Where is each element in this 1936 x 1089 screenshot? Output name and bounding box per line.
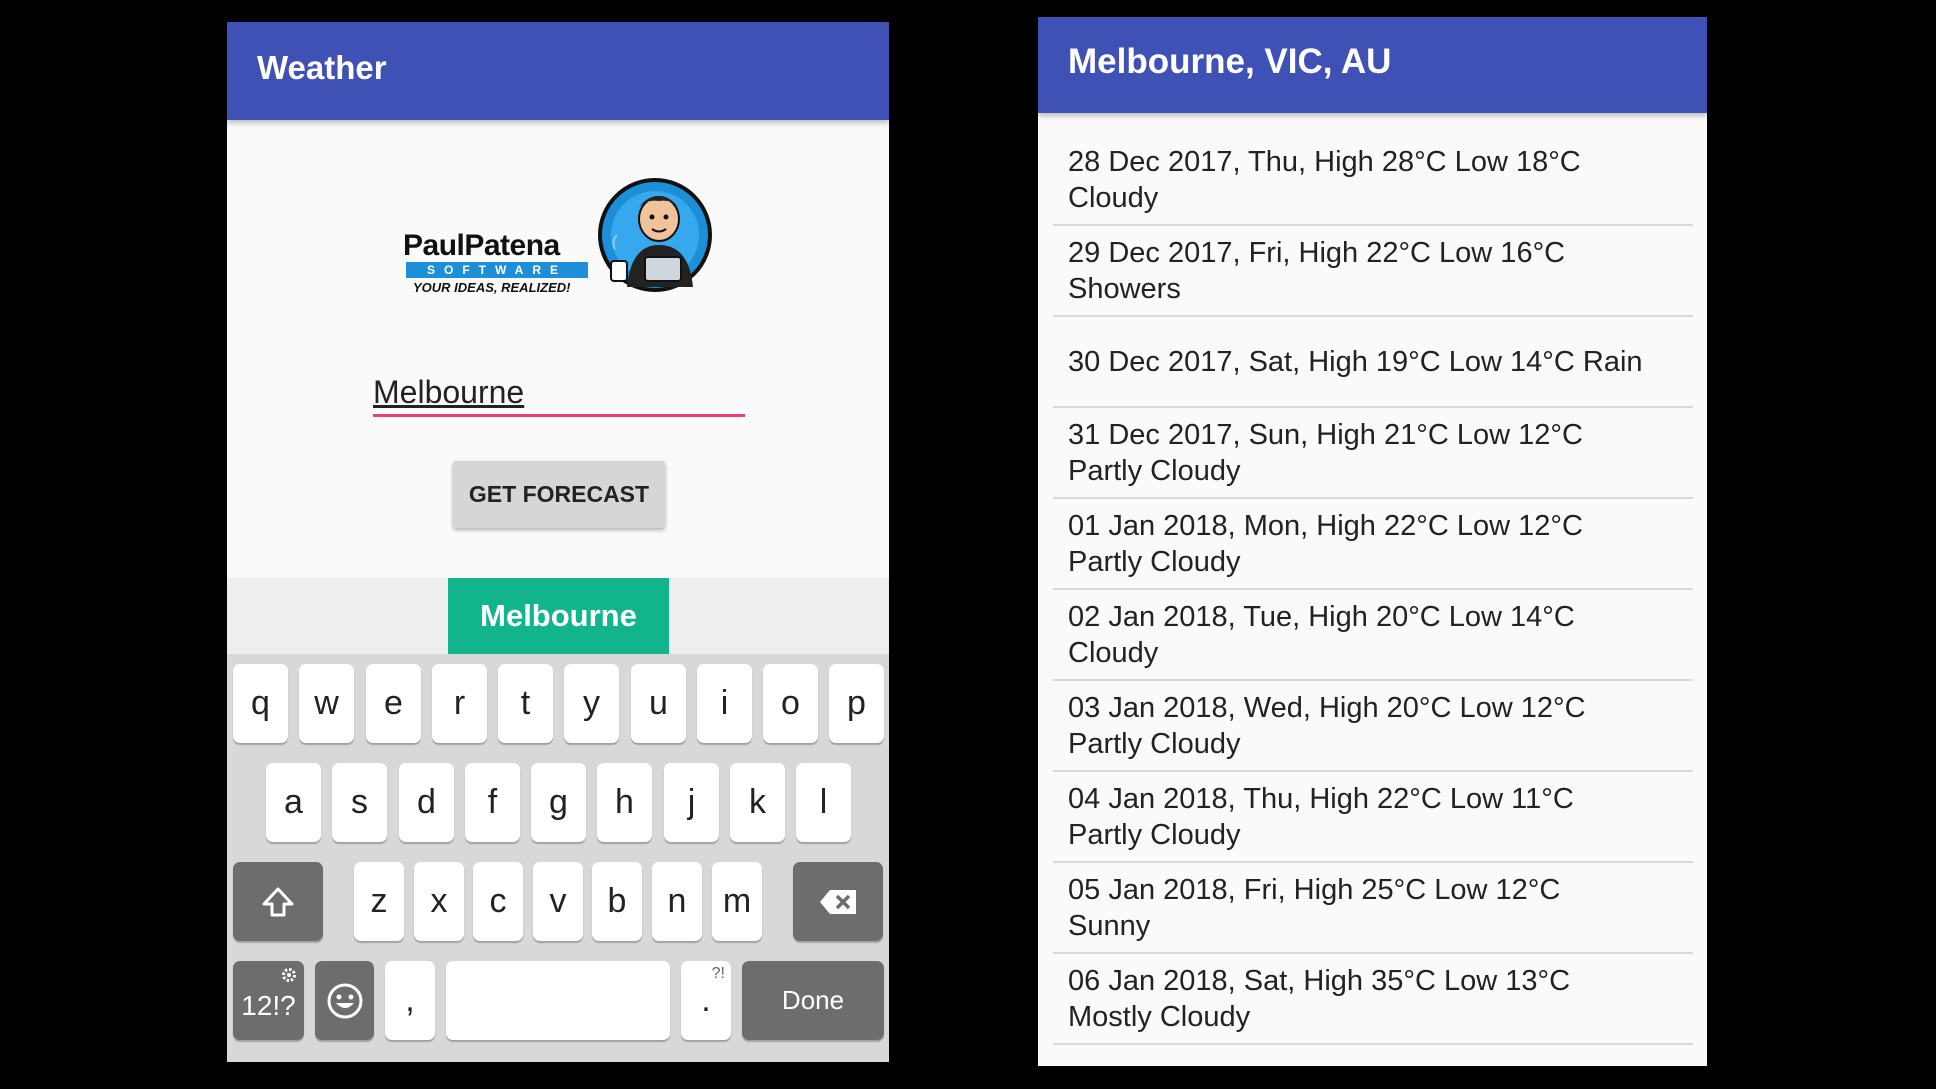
forecast-row[interactable]: 03 Jan 2018, Wed, High 20°C Low 12°C Part… [1053, 681, 1693, 772]
mascot-avatar-icon [598, 178, 712, 292]
key-c[interactable]: c [473, 862, 523, 941]
forecast-summary: 04 Jan 2018, Thu, High 22°C Low 11°C [1068, 782, 1574, 815]
forecast-condition: Sunny [1068, 909, 1151, 942]
period-key[interactable]: . ?! [681, 961, 731, 1040]
key-t[interactable]: t [498, 664, 553, 743]
key-d[interactable]: d [399, 763, 454, 842]
period-hint: ?! [711, 965, 725, 982]
key-o[interactable]: o [763, 664, 818, 743]
forecast-summary: 02 Jan 2018, Tue, High 20°C Low 14°C [1068, 600, 1575, 633]
key-w[interactable]: w [299, 664, 354, 743]
key-j[interactable]: j [664, 763, 719, 842]
forecast-condition: Partly Cloudy [1068, 818, 1241, 851]
forecast-row[interactable]: 05 Jan 2018, Fri, High 25°C Low 12°C Sunn… [1053, 863, 1693, 954]
forecast-summary: 31 Dec 2017, Sun, High 21°C Low 12°C [1068, 418, 1583, 451]
suggestion-bar: Melbourne [227, 578, 889, 654]
forecast-summary: 01 Jan 2018, Mon, High 22°C Low 12°C [1068, 509, 1583, 542]
logo-tagline: YOUR IDEAS, REALIZED! [413, 280, 571, 295]
key-z[interactable]: z [354, 862, 404, 941]
forecast-summary: 29 Dec 2017, Fri, High 22°C Low 16°C [1068, 236, 1566, 269]
forecast-row[interactable]: 02 Jan 2018, Tue, High 20°C Low 14°C Clou… [1053, 590, 1693, 681]
forecast-condition: Cloudy [1068, 636, 1159, 669]
forecast-row[interactable]: 01 Jan 2018, Mon, High 22°C Low 12°C Part… [1053, 499, 1693, 590]
symbols-label: 12!? [241, 989, 296, 1021]
done-button[interactable]: Done [742, 961, 884, 1040]
key-x[interactable]: x [414, 862, 464, 941]
key-h[interactable]: h [597, 763, 652, 842]
forecast-condition: Mostly Cloudy [1068, 1000, 1251, 1033]
key-s[interactable]: s [332, 763, 387, 842]
key-a[interactable]: a [266, 763, 321, 842]
app-title: Weather [257, 49, 387, 86]
forecast-list[interactable]: 28 Dec 2017, Thu, High 28°C Low 18°C Clou… [1053, 135, 1693, 1045]
forecast-condition: Partly Cloudy [1068, 454, 1241, 487]
shift-key[interactable] [233, 862, 323, 941]
key-m[interactable]: m [712, 862, 762, 941]
company-logo: PaulPatena SOFTWARE YOUR IDEAS, REALIZED… [403, 177, 713, 317]
app-bar: Melbourne, VIC, AU [1038, 17, 1707, 113]
key-v[interactable]: v [533, 862, 583, 941]
forecast-condition: Showers [1068, 272, 1181, 305]
logo-name: PaulPatena [403, 229, 560, 262]
backspace-key[interactable] [793, 862, 883, 941]
key-r[interactable]: r [432, 664, 487, 743]
soft-keyboard: Melbourne q w e r t y u i o p a s d f g … [227, 578, 889, 1062]
key-p[interactable]: p [829, 664, 884, 743]
emoji-key[interactable] [315, 961, 374, 1040]
forecast-summary: 03 Jan 2018, Wed, High 20°C Low 12°C [1068, 691, 1586, 724]
forecast-screen: Melbourne, VIC, AU 28 Dec 2017, Thu, Hig… [1038, 17, 1707, 1066]
forecast-summary: 30 Dec 2017, Sat, High 19°C Low 14°C Rai… [1068, 345, 1643, 378]
key-k[interactable]: k [730, 763, 785, 842]
key-f[interactable]: f [465, 763, 520, 842]
forecast-summary: 06 Jan 2018, Sat, High 35°C Low 13°C [1068, 964, 1571, 997]
forecast-summary: 28 Dec 2017, Thu, High 28°C Low 18°C [1068, 145, 1581, 178]
key-u[interactable]: u [631, 664, 686, 743]
get-forecast-button[interactable]: GET FORECAST [453, 461, 665, 528]
emoji-icon [327, 983, 362, 1018]
city-input[interactable] [373, 370, 745, 417]
key-l[interactable]: l [796, 763, 851, 842]
forecast-row[interactable]: 29 Dec 2017, Fri, High 22°C Low 16°C Show… [1053, 226, 1693, 317]
key-y[interactable]: y [564, 664, 619, 743]
backspace-icon [820, 889, 856, 914]
gear-icon [282, 968, 296, 982]
comma-key[interactable]: , [385, 961, 435, 1040]
key-i[interactable]: i [697, 664, 752, 743]
key-g[interactable]: g [531, 763, 586, 842]
key-e[interactable]: e [366, 664, 421, 743]
forecast-row[interactable]: 31 Dec 2017, Sun, High 21°C Low 12°C Part… [1053, 408, 1693, 499]
forecast-row[interactable]: 28 Dec 2017, Thu, High 28°C Low 18°C Clou… [1053, 135, 1693, 226]
symbols-key[interactable]: 12!? [233, 961, 304, 1040]
key-b[interactable]: b [592, 862, 642, 941]
forecast-condition: Partly Cloudy [1068, 727, 1241, 760]
forecast-condition: Partly Cloudy [1068, 545, 1241, 578]
forecast-row[interactable]: 30 Dec 2017, Sat, High 19°C Low 14°C Rai… [1053, 317, 1693, 408]
key-n[interactable]: n [652, 862, 702, 941]
forecast-row[interactable]: 04 Jan 2018, Thu, High 22°C Low 11°C Part… [1053, 772, 1693, 863]
period-label: . [701, 981, 711, 1019]
key-q[interactable]: q [233, 664, 288, 743]
location-title: Melbourne, VIC, AU [1068, 42, 1392, 81]
forecast-condition: Cloudy [1068, 181, 1159, 214]
weather-input-screen: Weather PaulPatena SOFTWARE YOUR IDEAS, … [227, 22, 889, 1062]
forecast-summary: 05 Jan 2018, Fri, High 25°C Low 12°C [1068, 873, 1561, 906]
space-key[interactable] [446, 961, 670, 1040]
keyboard-keys: q w e r t y u i o p a s d f g h j k l z … [227, 654, 889, 1062]
shift-icon [262, 887, 294, 916]
app-bar: Weather [227, 22, 889, 120]
logo-subtitle: SOFTWARE [406, 262, 588, 278]
forecast-row[interactable]: 06 Jan 2018, Sat, High 35°C Low 13°C Most… [1053, 954, 1693, 1045]
suggestion-melbourne[interactable]: Melbourne [448, 578, 669, 654]
